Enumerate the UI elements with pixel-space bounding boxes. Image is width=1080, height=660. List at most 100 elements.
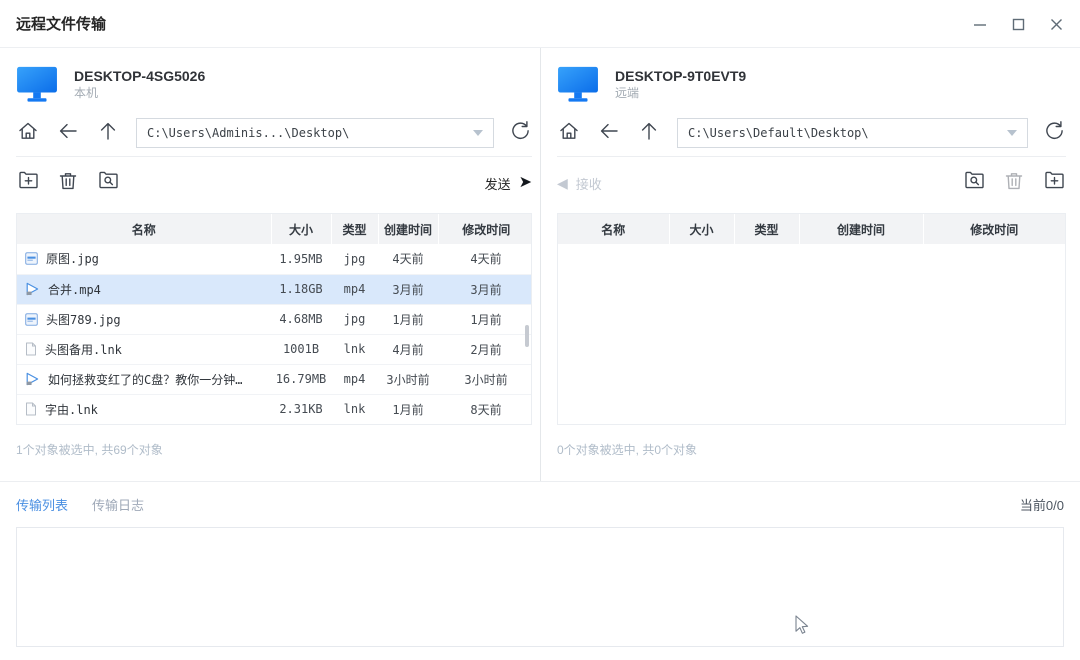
table-row[interactable]: 头图789.jpg4.68MBjpg1月前1月前: [17, 304, 532, 334]
table-row[interactable]: 合并.mp41.18GBmp43月前3月前: [17, 274, 532, 304]
remote-path-input[interactable]: C:\Users\Default\Desktop\: [677, 118, 1028, 148]
receive-arrow-icon: ◀: [557, 176, 568, 190]
file-name: 头图789.jpg: [46, 313, 121, 327]
file-type: lnk: [331, 334, 378, 364]
home-icon: [558, 120, 580, 147]
new-folder-button[interactable]: [16, 171, 40, 195]
refresh-button[interactable]: [508, 121, 532, 145]
file-created: 4月前: [378, 334, 438, 364]
column-header-created[interactable]: 创建时间: [378, 214, 438, 244]
remote-nav-bar: C:\Users\Default\Desktop\: [557, 118, 1066, 148]
toolbar-divider: [557, 156, 1066, 157]
file-size: 16.79MB: [271, 364, 331, 394]
delete-icon: [1003, 170, 1025, 197]
file-size: 1001B: [271, 334, 331, 364]
receive-label: 接收: [576, 174, 602, 193]
column-header-modified[interactable]: 修改时间: [923, 214, 1065, 244]
file-created: 1月前: [378, 304, 438, 334]
file-name: 合并.mp4: [48, 283, 101, 297]
column-header-created[interactable]: 创建时间: [799, 214, 923, 244]
table-row[interactable]: 原图.jpg1.95MBjpg4天前4天前: [17, 244, 532, 274]
column-header-modified[interactable]: 修改时间: [438, 214, 532, 244]
search-icon: [963, 169, 986, 197]
delete-button[interactable]: [1002, 171, 1026, 195]
file-type: jpg: [331, 304, 378, 334]
up-button[interactable]: [637, 121, 661, 145]
tab-transfer-log[interactable]: 传输日志: [92, 495, 144, 514]
home-button[interactable]: [16, 121, 40, 145]
remote-action-icons: [946, 171, 1066, 195]
table-row[interactable]: 头图备用.lnk 1001Blnk4月前2月前: [17, 334, 532, 364]
close-icon: [1050, 18, 1063, 31]
remote-file-transfer-window: 远程文件传输: [0, 0, 1080, 660]
table-row[interactable]: 字由.lnk2.31KBlnk1月前8天前: [17, 394, 532, 424]
home-icon: [17, 120, 39, 147]
search-icon: [97, 169, 120, 197]
home-button[interactable]: [557, 121, 581, 145]
toolbar-divider: [16, 156, 532, 157]
dropdown-caret-icon[interactable]: [473, 130, 483, 136]
remote-path-text: C:\Users\Default\Desktop\: [688, 126, 1007, 140]
file-name-cell: 头图789.jpg: [17, 304, 271, 334]
file-name-cell: 头图备用.lnk: [17, 334, 271, 364]
remote-file-table: 名称 大小 类型 创建时间 修改时间: [557, 213, 1066, 425]
tab-transfer-list[interactable]: 传输列表: [16, 495, 68, 514]
file-name-cell: 合并.mp4: [17, 274, 271, 304]
delete-button[interactable]: [56, 171, 80, 195]
remote-action-bar: ◀ 接收: [557, 169, 1066, 197]
file-size: 2.31KB: [271, 394, 331, 424]
vertical-scrollbar[interactable]: [525, 325, 529, 347]
dropdown-caret-icon[interactable]: [1007, 130, 1017, 136]
new-folder-icon: [17, 169, 40, 197]
search-button[interactable]: [96, 171, 120, 195]
local-path-input[interactable]: C:\Users\Adminis...\Desktop\: [136, 118, 494, 148]
new-folder-button[interactable]: [1042, 171, 1066, 195]
remote-panel: DESKTOP-9T0EVT9 远端 C:\Users\Default\Desk…: [541, 48, 1080, 481]
column-header-type[interactable]: 类型: [734, 214, 799, 244]
remote-selection-status: 0个对象被选中, 共0个对象: [557, 441, 1066, 458]
refresh-button[interactable]: [1042, 121, 1066, 145]
remote-machine-name: DESKTOP-9T0EVT9: [615, 67, 746, 85]
local-file-table: 名称 大小 类型 创建时间 修改时间 原图.jpg1.95MBjpg4天前4天前…: [16, 213, 532, 425]
column-header-type[interactable]: 类型: [331, 214, 378, 244]
up-arrow-icon: [638, 120, 660, 147]
column-header-name[interactable]: 名称: [17, 214, 271, 244]
maximize-button[interactable]: [1010, 16, 1026, 32]
receive-button[interactable]: ◀ 接收: [557, 174, 602, 193]
column-header-size[interactable]: 大小: [271, 214, 331, 244]
file-name: 字由.lnk: [45, 403, 98, 417]
up-button[interactable]: [96, 121, 120, 145]
file-modified: 2月前: [438, 334, 532, 364]
maximize-icon: [1012, 18, 1025, 31]
file-modified: 3月前: [438, 274, 532, 304]
close-button[interactable]: [1048, 16, 1064, 32]
file-name-cell: 原图.jpg: [17, 244, 271, 274]
local-machine-role: 本机: [74, 85, 205, 101]
send-label: 发送: [485, 174, 511, 193]
remote-machine-header: DESKTOP-9T0EVT9 远端: [557, 62, 1066, 106]
monitor-icon: [557, 65, 599, 103]
file-type: lnk: [331, 394, 378, 424]
remote-machine-meta: DESKTOP-9T0EVT9 远端: [615, 67, 746, 101]
column-header-name[interactable]: 名称: [558, 214, 669, 244]
minimize-icon: [973, 17, 987, 31]
minimize-button[interactable]: [972, 16, 988, 32]
monitor-icon: [16, 65, 58, 103]
table-row[interactable]: 如何拯救变红了的C盘？教你一分钟…16.79MBmp43小时前3小时前: [17, 364, 532, 394]
send-button[interactable]: 发送 ➤: [485, 174, 532, 193]
column-header-size[interactable]: 大小: [669, 214, 734, 244]
remote-machine-role: 远端: [615, 85, 746, 101]
file-modified: 1月前: [438, 304, 532, 334]
local-path-text: C:\Users\Adminis...\Desktop\: [147, 126, 473, 140]
search-button[interactable]: [962, 171, 986, 195]
delete-icon: [57, 170, 79, 197]
table-header-row: 名称 大小 类型 创建时间 修改时间: [558, 214, 1065, 244]
back-button[interactable]: [56, 121, 80, 145]
file-name: 头图备用.lnk: [45, 343, 122, 357]
file-modified: 3小时前: [438, 364, 532, 394]
file-size: 4.68MB: [271, 304, 331, 334]
file-type: mp4: [331, 364, 378, 394]
back-button[interactable]: [597, 121, 621, 145]
file-name-cell: 字由.lnk: [17, 394, 271, 424]
local-selection-status: 1个对象被选中, 共69个对象: [16, 441, 532, 458]
